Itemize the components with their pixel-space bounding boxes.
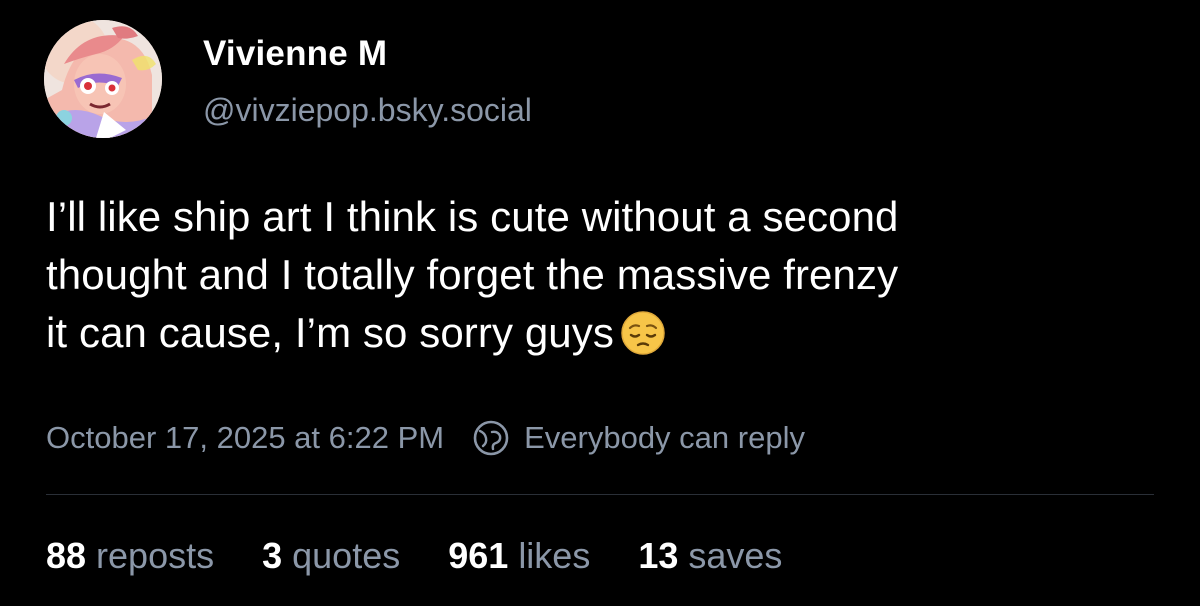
quotes-label: quotes: [292, 535, 401, 576]
likes-label: likes: [518, 535, 591, 576]
post-text-line: I’ll like ship art I think is cute witho…: [46, 193, 899, 240]
divider: [46, 494, 1154, 495]
avatar[interactable]: [44, 20, 162, 138]
author-handle[interactable]: @vivziepop.bsky.social: [203, 92, 532, 129]
likes-count: 961: [448, 535, 509, 576]
post-stats: 88 reposts 3 quotes 961 likes 13 saves: [46, 532, 830, 580]
saves-label: saves: [688, 535, 783, 576]
post-text-line: thought and I totally forget the massive…: [46, 251, 899, 298]
post-timestamp[interactable]: October 17, 2025 at 6:22 PM: [46, 420, 444, 456]
avatar-image: [44, 20, 162, 138]
saves-stat[interactable]: 13 saves: [638, 535, 782, 577]
reply-setting-label: Everybody can reply: [524, 420, 805, 455]
post-card: Vivienne M @vivziepop.bsky.social I’ll l…: [0, 0, 1200, 606]
saves-count: 13: [638, 535, 679, 576]
post-meta: October 17, 2025 at 6:22 PM Everybody ca…: [46, 418, 805, 458]
globe-icon: [472, 419, 510, 457]
likes-stat[interactable]: 961 likes: [448, 535, 590, 577]
quotes-count: 3: [262, 535, 283, 576]
post-text: I’ll like ship art I think is cute witho…: [46, 188, 1176, 362]
reposts-label: reposts: [96, 535, 215, 576]
pensive-face-emoji-icon: [620, 310, 666, 356]
reposts-stat[interactable]: 88 reposts: [46, 535, 214, 577]
reposts-count: 88: [46, 535, 87, 576]
post-text-line: it can cause, I’m so sorry guys: [46, 304, 1176, 362]
quotes-stat[interactable]: 3 quotes: [262, 535, 400, 577]
author-display-name[interactable]: Vivienne M: [203, 34, 387, 74]
post-text-line-content: it can cause, I’m so sorry guys: [46, 309, 614, 356]
reply-setting[interactable]: Everybody can reply: [472, 419, 805, 457]
